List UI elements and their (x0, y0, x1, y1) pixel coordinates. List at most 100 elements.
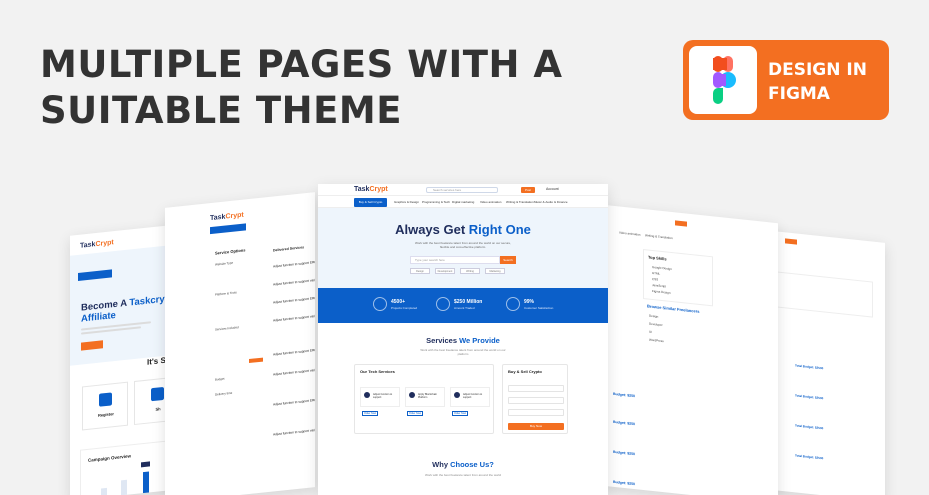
badge-label-line-1: DESIGN IN (768, 60, 867, 80)
hero-search-input[interactable]: Type your search here (410, 256, 500, 264)
post-budget-tag: Budget: $250 (613, 479, 635, 487)
account-menu[interactable]: Account (546, 187, 559, 191)
nav-item[interactable]: Graphics & Design (394, 200, 419, 204)
list-item[interactable]: Adjust function to support variable (273, 361, 315, 376)
hero-title: Always Get Right One (318, 222, 608, 237)
list-item[interactable]: Adjust function to support ERC20 (273, 289, 315, 305)
project-summary-card (763, 270, 873, 318)
why-title-a: Why (432, 460, 451, 469)
apply-filter-button[interactable] (249, 357, 263, 364)
register-card[interactable]: Register (82, 381, 128, 431)
nav-item[interactable]: Digital marketing (452, 200, 474, 204)
service-card-title: Adjust function to support (373, 393, 393, 399)
buy-now-button[interactable]: Buy Now (508, 423, 564, 430)
budget-row: Total Budget: $2500 (795, 393, 824, 401)
list-title: Delivered Services (273, 245, 305, 253)
hero-chip[interactable]: Writing (460, 268, 480, 274)
join-button[interactable] (81, 340, 103, 351)
list-item[interactable]: Adjust function to support ERC20 (273, 253, 315, 269)
nav-item[interactable]: Video animation (480, 200, 501, 204)
category-button[interactable]: Buy & Sell Crypto (354, 198, 387, 207)
nav-item[interactable]: Writing & Translation (506, 200, 534, 204)
brand-name-a: Task (80, 241, 96, 250)
badge-label-line-2: FIGMA (768, 84, 830, 104)
campaign-overview-card: Campaign Overview (80, 440, 170, 495)
list-item-title: Adjust function to support ERC20 (273, 347, 315, 357)
chart-bar (121, 479, 127, 495)
category-button[interactable] (210, 223, 246, 235)
similar-item[interactable]: UI (649, 330, 652, 334)
hero-title-a: Always Get (395, 222, 469, 237)
amount-input[interactable] (508, 397, 564, 404)
register-icon (99, 392, 112, 407)
list-item[interactable]: Adjust function to support ERC20 (273, 391, 315, 407)
filter-delivery-time[interactable]: Delivery time (215, 391, 232, 397)
service-card[interactable]: Adjust function to support (360, 387, 400, 407)
post-button[interactable] (785, 238, 797, 245)
stats-band: 4500+ Projects Completed $250 Million Am… (318, 288, 608, 323)
filter-website-type[interactable]: Website Type (215, 261, 233, 267)
list-item[interactable]: Adjust function to support variable (273, 307, 315, 322)
budget-row: Total Budget: $2500 (795, 423, 824, 431)
hero-title-b: Right One (468, 222, 531, 237)
list-item[interactable]: Adjust function to support variable (273, 421, 315, 436)
brand-logo[interactable]: TaskCrypt (354, 186, 388, 193)
brand-name-b: Crypt (95, 239, 114, 249)
affiliate-hero: Become A Taskcry Affiliate (70, 244, 180, 366)
search-input[interactable]: Search services here (426, 187, 498, 193)
brand-name-b: Crypt (225, 211, 244, 221)
why-title-b: Choose Us? (450, 460, 494, 469)
register-card-label: Register (97, 411, 114, 418)
order-button[interactable]: Order Now (362, 411, 378, 416)
nav-item[interactable]: Writing & Translation (645, 233, 673, 240)
post-button[interactable] (675, 220, 687, 227)
nav-item[interactable]: Video animation (619, 230, 640, 236)
hero-search-button[interactable]: Search (500, 256, 516, 264)
order-button[interactable]: Order Now (407, 411, 423, 416)
top-skills-title: Top Skills (648, 254, 667, 262)
buy-sell-title: Buy & Sell Crypto (508, 369, 542, 374)
similar-item[interactable]: WordPress (649, 338, 664, 344)
hero-chip[interactable]: Development (435, 268, 455, 274)
filter-services[interactable]: Services Included (215, 325, 239, 331)
amount-icon (436, 297, 450, 311)
top-bar: TaskCrypt Search services here Post Acco… (318, 184, 608, 196)
similar-item[interactable]: Design (649, 314, 658, 319)
crypto-select[interactable] (508, 385, 564, 392)
post-budget-tag: Budget: $250 (613, 419, 635, 427)
list-item[interactable]: Adjust function to support variable (273, 271, 315, 286)
hero-chip[interactable]: Marketing (485, 268, 505, 274)
nav-item[interactable]: Music & Audio (534, 200, 553, 204)
filters-title: Service Options (215, 247, 246, 256)
nav-item[interactable]: Programming & Tech (422, 200, 450, 204)
affiliate-title-b: Taskcry (129, 293, 165, 309)
filter-platform[interactable]: Platform & Tools (215, 290, 237, 296)
list-item-title: Adjust function to support ERC20 (273, 259, 315, 269)
brand-name-a: Task (354, 186, 370, 193)
skill-item: CSS (652, 276, 659, 282)
affiliate-page-mockup: TaskCrypt Become A Taskcry Affiliate It's… (70, 224, 180, 495)
similar-item[interactable]: Developer (649, 322, 663, 327)
hero-subtitle: Work with the best freelance talent from… (415, 241, 511, 249)
affiliate-title: Become A Taskcry Affiliate (81, 294, 165, 325)
list-item[interactable]: Adjust function to support ERC20 (273, 341, 315, 357)
service-card[interactable]: Adjust function to support (450, 387, 490, 407)
tech-services-title: Our Tech Services (360, 369, 395, 374)
affiliate-title-line2: Affiliate (81, 309, 116, 325)
category-button[interactable] (78, 269, 112, 281)
services-subtitle: Work with the best freelance talent from… (420, 348, 506, 356)
service-card[interactable]: Apply Blockchain Platform (405, 387, 445, 407)
services-title: Services We Provide (318, 336, 608, 345)
order-button[interactable]: Order Now (452, 411, 468, 416)
post-button[interactable]: Post (521, 187, 535, 193)
buy-sell-crypto-box: Buy & Sell Crypto Buy Now (502, 364, 568, 434)
wallet-input[interactable] (508, 409, 564, 416)
headline-line-2: SUITABLE THEME (40, 89, 402, 132)
design-in-figma-badge: DESIGN IN FIGMA (683, 40, 889, 120)
nav-item[interactable]: & Finance (554, 200, 568, 204)
chart-bar (101, 487, 107, 495)
hero-chip[interactable]: Design (410, 268, 430, 274)
top-skills-card: Top Skills Google Design HTML CSS JavaSc… (643, 249, 713, 307)
filter-budget[interactable]: Budget (215, 377, 225, 382)
post-budget-tag: Budget: $250 (613, 391, 635, 399)
